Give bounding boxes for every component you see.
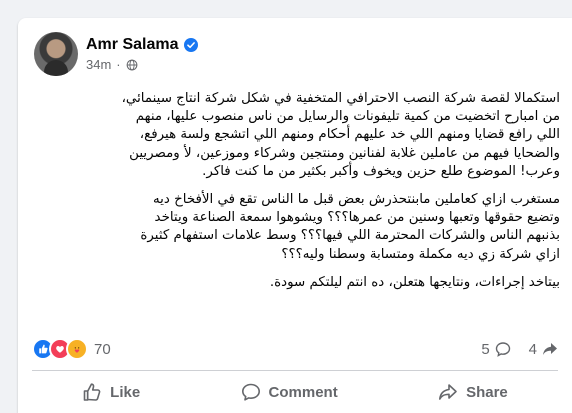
share-arrow-icon [543,343,557,355]
like-button-label: Like [110,383,141,401]
verified-badge-icon [183,38,198,52]
comment-count[interactable]: 5 [481,341,510,358]
post-subline: 34m · [86,57,198,72]
share-button[interactable]: Share [424,376,522,408]
post-body: استكمالا لقصة شركة النصب الاحترافي المتخ… [34,90,560,302]
author-avatar[interactable] [34,32,78,76]
action-bar: Like Comment Share [32,374,558,410]
thumbs-up-icon [83,383,101,401]
post-time[interactable]: 34m [86,57,111,72]
share-button-label: Share [466,383,508,401]
post-card: Amr Salama 34m · استكمالا لقصة شركة النص… [18,18,572,413]
author-name[interactable]: Amr Salama [86,36,179,54]
author-name-row: Amr Salama [86,36,198,54]
share-count[interactable]: 4 [529,341,558,358]
reaction-count[interactable]: 70 [94,341,111,358]
post-paragraph-3: بيتاخد إجراءات، ونتايجها هتعلن، ده انتم … [269,274,560,290]
author-meta: Amr Salama 34m · [86,32,198,76]
comment-count-value: 5 [481,340,490,358]
reaction-summary[interactable]: 70 [32,338,111,360]
action-divider [32,370,558,371]
separator-dot: · [116,57,121,72]
globe-icon[interactable] [126,59,138,71]
care-reaction-icon [66,338,88,360]
reactions-row: 70 5 4 [32,336,558,362]
post-paragraph-2: مستغرب ازاي كعاملين مابنتحذرش بعض قبل ما… [140,192,560,262]
comment-button[interactable]: Comment [227,376,352,408]
share-icon [439,384,457,400]
engagement-stats: 5 4 [463,341,558,358]
comment-bubble-icon [495,342,510,357]
speech-bubble-icon [241,383,260,401]
comment-button-label: Comment [268,383,338,401]
like-button[interactable]: Like [68,376,154,408]
share-count-value: 4 [528,340,537,358]
post-paragraph-1: استكمالا لقصة شركة النصب الاحترافي المتخ… [121,91,560,179]
post-header: Amr Salama 34m · [34,32,198,76]
